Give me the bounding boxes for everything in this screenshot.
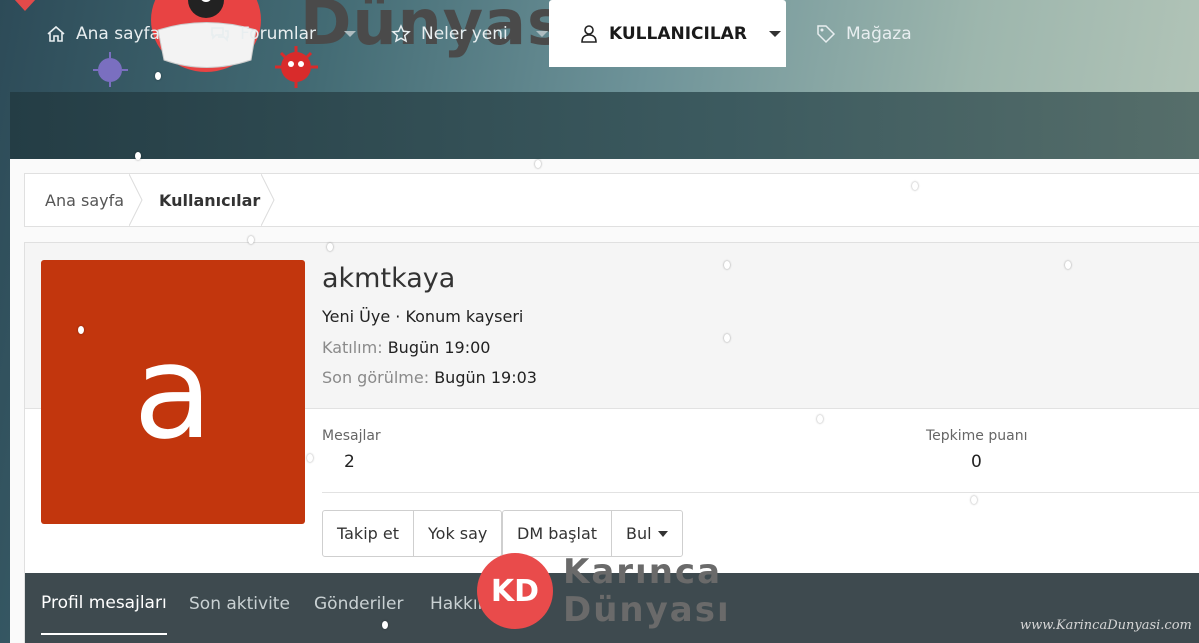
snow-dot xyxy=(817,415,823,423)
joined-label: Katılım: xyxy=(322,338,383,357)
breadcrumb-separator xyxy=(129,174,143,226)
snow-dot xyxy=(724,334,730,342)
messages-stat-label[interactable]: Mesajlar xyxy=(322,428,381,444)
last-seen-label: Son görülme: xyxy=(322,368,430,387)
profile-username: akmtkaya xyxy=(322,263,456,294)
snow-dot xyxy=(724,261,730,269)
follow-button[interactable]: Takip et xyxy=(323,511,414,556)
tab-latest-activity[interactable]: Son aktivite xyxy=(189,573,290,635)
home-icon xyxy=(47,25,65,42)
comments-icon xyxy=(211,26,229,42)
snow-dot xyxy=(912,182,918,190)
caret-down-icon xyxy=(657,530,668,537)
snow-dot xyxy=(971,496,977,504)
dm-find-group: DM başlat Bul xyxy=(502,510,683,557)
main-navbar xyxy=(10,92,1199,159)
watermark-text: Karınca Dünyası xyxy=(563,553,731,629)
breadcrumb-separator xyxy=(261,174,275,226)
nav-whats-new-label: Neler yeni xyxy=(421,23,508,44)
nav-home[interactable]: Ana sayfa xyxy=(46,0,160,67)
profile-title-line: Yeni Üye · Konum kayseri xyxy=(322,307,524,326)
nav-forums[interactable]: Forumlar xyxy=(210,0,357,67)
tag-icon xyxy=(817,24,836,43)
chevron-down-icon[interactable] xyxy=(344,30,357,37)
breadcrumb-users[interactable]: Kullanıcılar xyxy=(159,174,260,226)
stats-divider xyxy=(322,492,1199,493)
nav-home-label: Ana sayfa xyxy=(76,23,160,44)
ignore-button[interactable]: Yok say xyxy=(414,511,501,556)
snow-dot xyxy=(382,621,388,629)
start-dm-button[interactable]: DM başlat xyxy=(503,511,613,556)
nav-forums-label: Forumlar xyxy=(240,23,317,44)
profile-joined: Katılım: Bugün 19:00 xyxy=(322,338,490,357)
snow-dot xyxy=(78,326,84,334)
nav-whats-new[interactable]: Neler yeni xyxy=(391,0,548,67)
tab-postings[interactable]: Gönderiler xyxy=(314,573,403,635)
snow-dot xyxy=(248,236,254,244)
avatar[interactable]: a xyxy=(41,260,305,524)
user-icon xyxy=(581,24,597,43)
nav-shop[interactable]: Mağaza xyxy=(816,0,912,67)
reaction-stat-label: Tepkime puanı xyxy=(926,428,1028,444)
find-dropdown-button[interactable]: Bul xyxy=(612,511,682,556)
messages-stat-value[interactable]: 2 xyxy=(344,452,355,472)
star-icon xyxy=(391,23,411,42)
watermark-badge: KD xyxy=(477,553,553,629)
snow-dot xyxy=(135,152,141,160)
watermark-badge-text: KD xyxy=(490,573,540,609)
snow-dot xyxy=(155,72,161,80)
watermark-line1: Karınca xyxy=(563,552,723,592)
reaction-stat-value: 0 xyxy=(971,452,982,472)
watermark-line2: Dünyası xyxy=(563,590,731,630)
nav-users-label: KULLANICILAR xyxy=(609,23,747,44)
heart-icon xyxy=(14,0,36,11)
follow-ignore-group: Takip et Yok say xyxy=(322,510,503,557)
profile-last-seen: Son görülme: Bugün 19:03 xyxy=(322,368,537,387)
snow-dot xyxy=(535,160,541,168)
breadcrumb: Ana sayfa Kullanıcılar xyxy=(24,173,1199,227)
find-label: Bul xyxy=(626,524,652,543)
breadcrumb-home[interactable]: Ana sayfa xyxy=(45,174,124,226)
joined-value: Bugün 19:00 xyxy=(387,338,491,357)
tab-profile-posts[interactable]: Profil mesajları xyxy=(41,573,167,635)
snow-dot xyxy=(1065,261,1071,269)
nav-users[interactable]: KULLANICILAR xyxy=(549,0,786,67)
nav-shop-label: Mağaza xyxy=(846,23,912,44)
last-seen-value: Bugün 19:03 xyxy=(434,368,537,387)
watermark-url: www.KarincaDunyasi.com xyxy=(1020,618,1192,633)
snow-dot xyxy=(307,454,313,462)
chevron-down-icon[interactable] xyxy=(768,30,781,37)
snow-dot xyxy=(327,243,333,251)
chevron-down-icon[interactable] xyxy=(535,30,548,37)
